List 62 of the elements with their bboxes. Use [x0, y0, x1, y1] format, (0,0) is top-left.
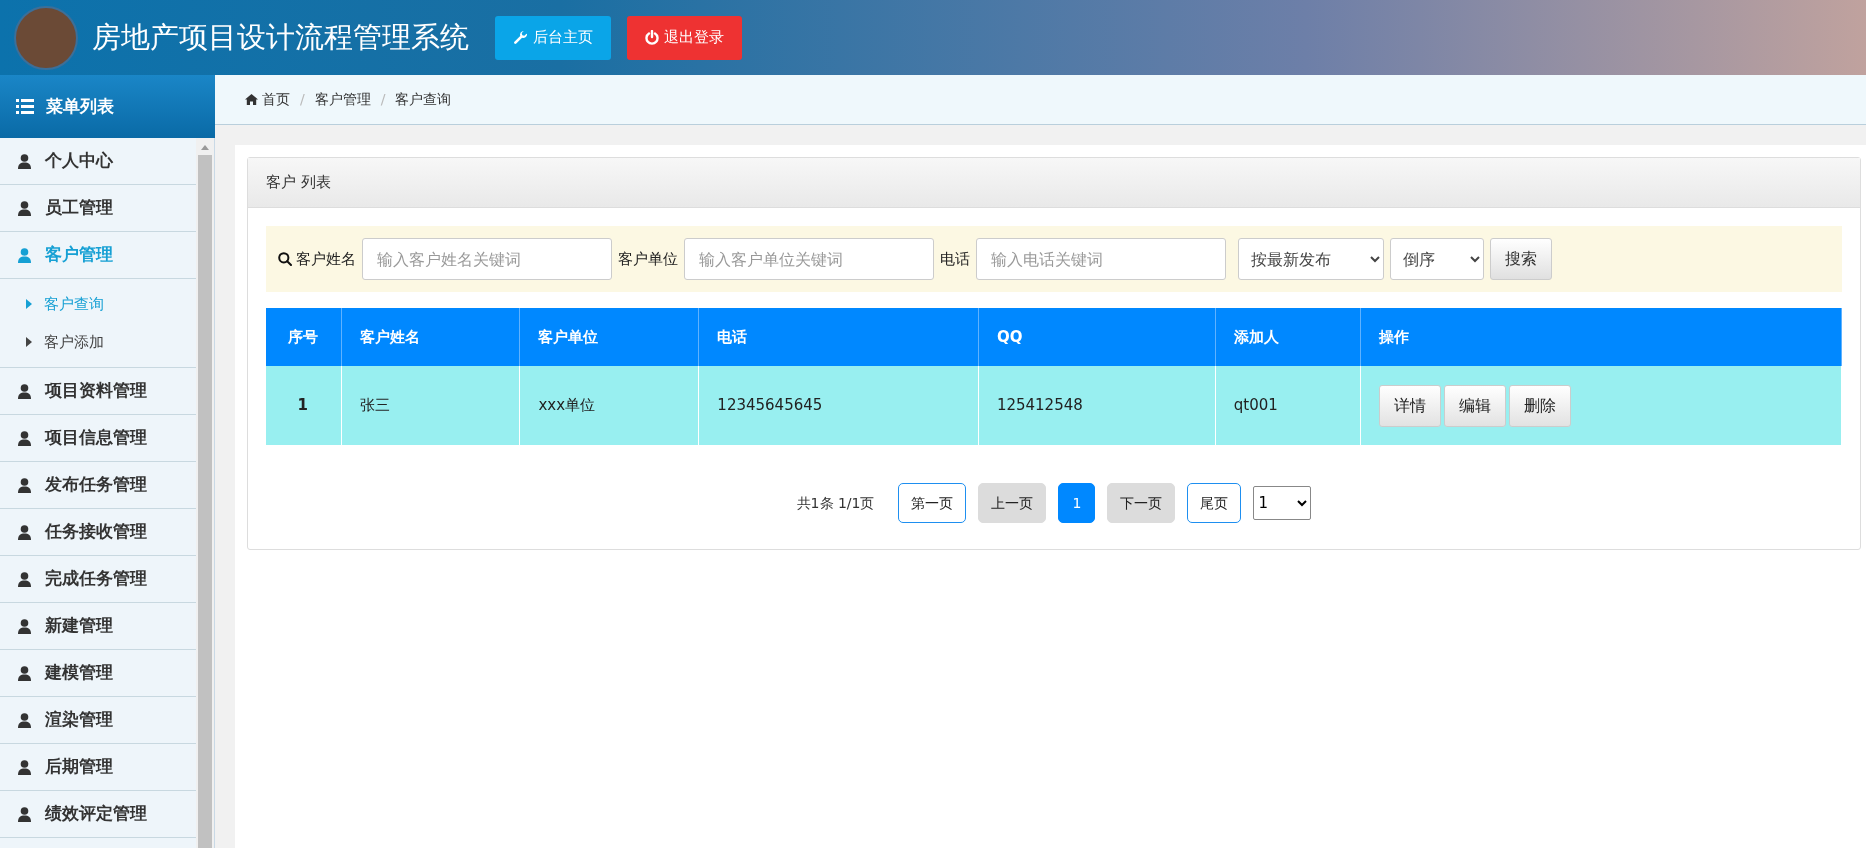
- page-dropdown[interactable]: 1: [1253, 486, 1312, 520]
- column-header: 客户姓名: [341, 308, 520, 366]
- user-icon: [18, 524, 31, 540]
- breadcrumb-separator: /: [300, 90, 305, 109]
- column-header: 电话: [698, 308, 979, 366]
- sort-dropdown[interactable]: 倒序: [1390, 238, 1484, 280]
- field-label: 客户姓名: [278, 247, 356, 271]
- search-button[interactable]: 搜索: [1490, 238, 1552, 280]
- user-icon: [18, 383, 31, 399]
- user-icon: [18, 759, 31, 775]
- action-button[interactable]: 编辑: [1444, 384, 1507, 427]
- panel-title: 客户 列表: [266, 172, 331, 194]
- field-label: 电话: [940, 248, 970, 270]
- field-label: 客户单位: [618, 248, 678, 270]
- user-icon: [18, 665, 31, 681]
- user-icon: [18, 247, 31, 263]
- caret-icon: [26, 299, 32, 309]
- action-button[interactable]: 删除: [1509, 384, 1572, 427]
- column-header: 序号: [266, 308, 341, 366]
- logout-button[interactable]: 退出登录: [627, 15, 742, 60]
- table-cell: qt001: [1215, 366, 1361, 445]
- column-header: 添加人: [1215, 308, 1361, 366]
- column-header: 客户单位: [519, 308, 699, 366]
- user-icon: [18, 712, 31, 728]
- column-header: 操作: [1360, 308, 1842, 366]
- breadcrumb-link[interactable]: 客户查询: [395, 89, 452, 110]
- sort-dropdown[interactable]: 按最新发布: [1238, 238, 1384, 280]
- table-cell: 12345645645: [698, 366, 979, 445]
- scrollbar[interactable]: [196, 138, 214, 848]
- page-summary: 共1条 1/1页: [796, 493, 875, 513]
- user-icon: [18, 806, 31, 822]
- page-number-button[interactable]: 1: [1058, 483, 1096, 523]
- column-header: QQ: [978, 308, 1216, 366]
- input-field[interactable]: 输入客户单位关键词: [684, 238, 934, 280]
- input-field[interactable]: 输入客户姓名关键词: [362, 238, 612, 280]
- page-nav-button[interactable]: 第一页: [898, 483, 967, 523]
- power-icon: [645, 30, 659, 45]
- action-button[interactable]: 详情: [1379, 384, 1442, 427]
- submenu-item[interactable]: 客户添加: [0, 323, 196, 361]
- table-cell: 125412548: [978, 366, 1216, 445]
- user-icon: [18, 571, 31, 587]
- table-cell: 1: [266, 366, 341, 445]
- sidebar-title: 菜单列表: [46, 94, 114, 118]
- user-icon: [18, 477, 31, 493]
- list-icon: [16, 99, 34, 114]
- page-nav-button[interactable]: 尾页: [1187, 483, 1242, 523]
- breadcrumb-link[interactable]: 首页: [245, 89, 290, 110]
- search-icon: [278, 252, 292, 266]
- scroll-up-arrow-icon[interactable]: [200, 143, 210, 151]
- table-cell: 张三: [341, 366, 520, 445]
- breadcrumb-separator: /: [380, 90, 386, 109]
- user-icon: [18, 153, 31, 169]
- breadcrumb-link[interactable]: 客户管理: [314, 89, 371, 110]
- wrench-icon: [513, 30, 528, 45]
- user-icon: [18, 618, 31, 634]
- caret-icon: [26, 337, 32, 347]
- home-icon: [245, 94, 258, 105]
- user-icon: [18, 430, 31, 446]
- user-icon: [18, 200, 31, 216]
- input-field[interactable]: 输入电话关键词: [976, 238, 1226, 280]
- table-cell: xxx单位: [519, 366, 699, 445]
- app-title: 房地产项目设计流程管理系统: [92, 18, 469, 56]
